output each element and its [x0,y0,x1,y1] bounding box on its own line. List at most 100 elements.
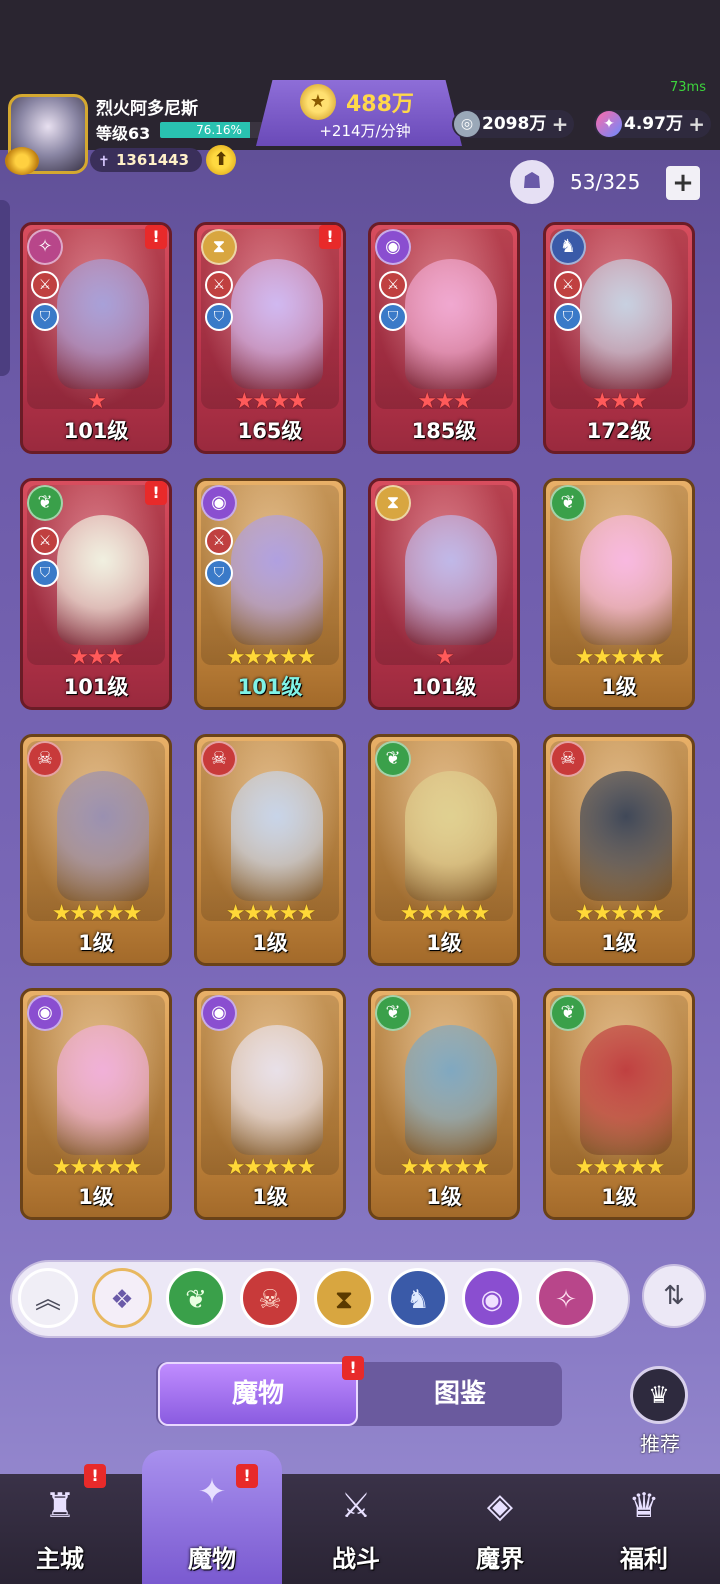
diamond-grid-icon[interactable]: ❖ [92,1268,152,1328]
monster-card[interactable]: ◉ ⚔ ⛉ ★★★★★ 101级 [194,478,346,710]
leaf-faction-icon: ❦ [27,485,63,521]
monster-card[interactable]: ☠ ★★★★★ 1级 [20,734,172,966]
add-gem-button[interactable]: + [688,110,705,138]
tab-monsters[interactable]: 魔物 [158,1362,358,1426]
recommend-label[interactable]: 推荐 [630,1428,690,1457]
monster-figure [580,259,672,389]
nav-item[interactable]: ◈ 魔界 [430,1464,570,1584]
monster-level: 101级 [63,675,129,699]
player-avatar[interactable] [5,94,88,175]
leaf-faction-icon: ❦ [375,995,411,1031]
monster-level: 1级 [601,931,637,955]
monster-card[interactable]: ❦ ★★★★★ 1级 [368,988,520,1220]
star-rating: ★★★ [592,389,647,414]
sword-shield-icon: ⚔ [340,1486,372,1526]
monster-card[interactable]: ✧ ⚔ ⛉! ★ 101级 [20,222,172,454]
upgrade-arrow-button[interactable]: ⬆ [206,145,236,175]
double-chevron-up-icon[interactable]: ︽ [18,1268,78,1328]
monster-level: 1级 [426,1185,462,1209]
monster-level: 1级 [601,675,637,699]
hourglass-icon[interactable]: ⧗ [314,1268,374,1328]
monster-card[interactable]: ❦ ★★★★★ 1级 [543,478,695,710]
shield-badge-icon: ⛉ [205,303,233,331]
dragon-icon[interactable]: ♞ [388,1268,448,1328]
monster-figure [57,1025,149,1155]
monster-card[interactable]: ⧗ ★ 101级 [368,478,520,710]
left-side-tab[interactable] [0,200,10,376]
monster-card[interactable]: ❦ ★★★★★ 1级 [543,988,695,1220]
monster-capacity-icon: ☗ [510,160,554,204]
sort-button[interactable]: ⇅ [642,1264,706,1328]
shield-badge-icon: ⛉ [31,559,59,587]
monster-card[interactable]: ⧗ ⚔ ⛉! ★★★★ 165级 [194,222,346,454]
monster-card[interactable]: ☠ ★★★★★ 1级 [194,734,346,966]
tab-codex[interactable]: 图鉴 [360,1362,560,1426]
eye-icon[interactable]: ◉ [462,1268,522,1328]
add-silver-button[interactable]: + [552,110,569,138]
demon-faction-icon: ☠ [550,741,586,777]
sword-badge-icon: ⚔ [31,271,59,299]
monster-level: 101级 [411,675,477,699]
monster-card[interactable]: ♞ ⚔ ⛉ ★★★ 172级 [543,222,695,454]
monster-figure [405,771,497,901]
nav-item[interactable]: ⚔ 战斗 [286,1464,426,1584]
expand-capacity-button[interactable]: + [666,166,700,200]
star-rating: ★★★★★ [51,901,143,926]
monster-capacity-text: 53/325 [570,170,641,194]
star-rating: ★★★★ [234,389,308,414]
monster-level: 1级 [252,1185,288,1209]
monster-level: 101级 [237,675,303,699]
monster-level: 1级 [78,931,114,955]
shield-badge-icon: ⛉ [31,303,59,331]
sword-badge-icon: ⚔ [205,527,233,555]
power-display: ✝ 1361443 [90,148,202,172]
monster-figure [405,1025,497,1155]
monster-figure [57,515,149,645]
eye-faction-icon: ◉ [375,229,411,265]
crystal-gem-icon: ✦ [596,111,622,137]
crystal-gem-amount: 4.97万 [624,114,683,134]
monster-card[interactable]: ❦ ★★★★★ 1级 [368,734,520,966]
leaf-icon[interactable]: ❦ [166,1268,226,1328]
monster-figure [57,259,149,389]
sword-badge-icon: ⚔ [379,271,407,299]
shield-badge-icon: ⛉ [379,303,407,331]
star-rating: ★ [87,389,107,414]
monster-card[interactable]: ❦ ⚔ ⛉! ★★★ 101级 [20,478,172,710]
ping-indicator: 73ms [670,80,706,95]
nav-item[interactable]: ♛ 福利 [574,1464,714,1584]
wind-icon[interactable]: ✧ [536,1268,596,1328]
shield-badge-icon: ⛉ [205,559,233,587]
recommend-icon[interactable]: ♛ [630,1366,688,1424]
monster-level: 1级 [252,931,288,955]
silver-coin-currency[interactable]: ◎ 2098万 + [452,110,575,138]
time-faction-icon: ⧗ [375,485,411,521]
nav-label: 魔物 [188,1545,236,1573]
star-rating: ★★★★★ [225,645,317,670]
leaf-faction-icon: ❦ [550,995,586,1031]
eye-faction-icon: ◉ [201,995,237,1031]
monster-card[interactable]: ◉ ⚔ ⛉ ★★★ 185级 [368,222,520,454]
nav-item[interactable]: ✦ 魔物! [142,1450,282,1584]
crystal-gem-currency[interactable]: ✦ 4.97万 + [594,110,711,138]
wind-faction-icon: ✧ [27,229,63,265]
monster-level: 101级 [63,419,129,443]
monster-card[interactable]: ◉ ★★★★★ 1级 [20,988,172,1220]
eye-faction-icon: ◉ [201,485,237,521]
nav-item[interactable]: ♜ 主城! [0,1464,130,1584]
power-value: 1361443 [116,151,190,169]
star-rating: ★★★★★ [51,1155,143,1180]
monster-level: 1级 [78,1185,114,1209]
portal-icon: ◈ [486,1486,514,1526]
alert-badge: ! [145,481,167,505]
nav-label: 福利 [620,1545,668,1573]
leaf-faction-icon: ❦ [550,485,586,521]
silver-coin-amount: 2098万 [482,114,547,134]
star-rating: ★★★ [417,389,472,414]
demon-mask-icon[interactable]: ☠ [240,1268,300,1328]
shield-badge-icon: ⛉ [554,303,582,331]
monster-card[interactable]: ☠ ★★★★★ 1级 [543,734,695,966]
star-rating: ★★★★★ [225,1155,317,1180]
player-name: 烈火阿多尼斯 [96,99,198,119]
monster-card[interactable]: ◉ ★★★★★ 1级 [194,988,346,1220]
